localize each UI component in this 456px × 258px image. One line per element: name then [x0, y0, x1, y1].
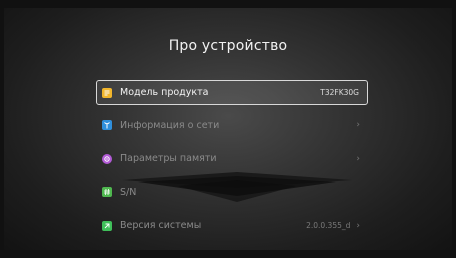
chevron-right-icon: › [356, 153, 360, 164]
settings-menu: Модель продукта T32FK30G Информация о се… [96, 80, 368, 248]
antenna-icon [102, 120, 112, 130]
menu-item-system-version[interactable]: Версия системы 2.0.0.355_d › [96, 215, 368, 237]
page-title: Про устройство [168, 38, 288, 54]
menu-item-label: S/N [120, 186, 137, 198]
menu-item-label: Информация о сети [120, 119, 220, 131]
system-icon [102, 220, 112, 231]
menu-item-label: Версия системы [120, 220, 202, 231]
menu-item-network-info[interactable]: Информация о сети › [96, 114, 368, 136]
chevron-right-icon: › [356, 120, 360, 130]
menu-item-value: 2.0.0.355_d [306, 221, 351, 230]
menu-item-serial-number[interactable]: S/N [96, 181, 368, 203]
about-device-screen: Про устройство Модель продукта T32FK30G … [0, 0, 456, 258]
menu-item-product-model[interactable]: Модель продукта T32FK30G [96, 80, 368, 105]
hash-icon [102, 187, 112, 197]
menu-item-label: Модель продукта [120, 87, 209, 98]
menu-item-memory-params[interactable]: Параметры памяти › [96, 148, 368, 170]
menu-item-label: Параметры памяти [120, 153, 217, 164]
chevron-right-icon: › [356, 220, 360, 231]
menu-item-value: T32FK30G [320, 88, 359, 97]
memory-icon [102, 153, 112, 164]
document-icon [102, 87, 112, 98]
